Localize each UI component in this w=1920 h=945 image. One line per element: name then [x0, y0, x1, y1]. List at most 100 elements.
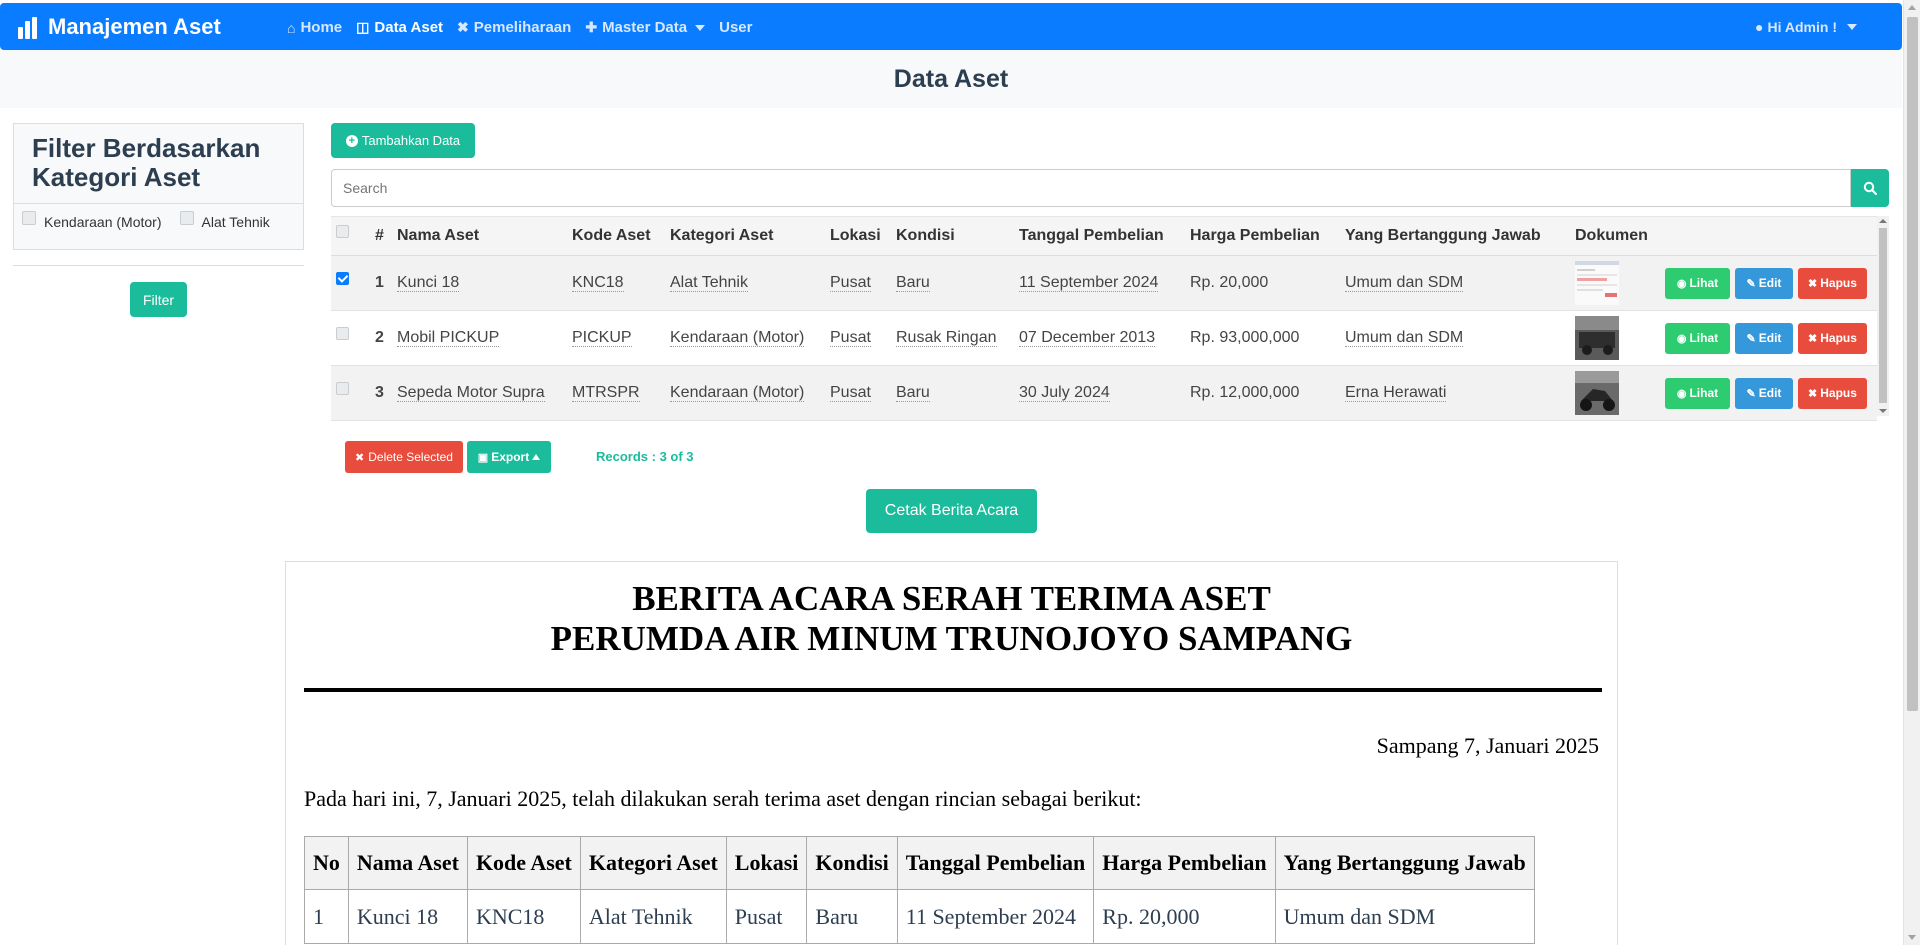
checkbox[interactable]	[179, 211, 194, 225]
search-input[interactable]	[331, 169, 1851, 207]
cell-nama[interactable]: Sepeda Motor Supra	[393, 365, 568, 421]
column-header[interactable]: Tanggal Pembelian	[1015, 216, 1186, 256]
row-checkbox[interactable]	[336, 327, 349, 341]
delete-selected-button[interactable]: ✖ Delete Selected	[345, 441, 463, 473]
cell-value[interactable]: 07 December 2013	[1019, 329, 1156, 347]
brand[interactable]: Manajemen Aset	[18, 14, 221, 40]
cell-tanggal[interactable]: 07 December 2013	[1015, 310, 1186, 366]
page-scrollbar[interactable]	[1903, 0, 1920, 945]
export-label: Export	[491, 450, 530, 464]
cell-value[interactable]: Sepeda Motor Supra	[397, 384, 545, 402]
cell-pj[interactable]: Umum dan SDM	[1341, 255, 1571, 311]
cell-value[interactable]: Baru	[896, 274, 930, 292]
cell-value[interactable]: Kendaraan (Motor)	[670, 329, 805, 347]
nav-data-aset[interactable]: ◫ Data Aset	[356, 19, 443, 36]
search-button[interactable]	[1851, 169, 1889, 207]
cell-pj[interactable]: Umum dan SDM	[1341, 310, 1571, 366]
cell-value[interactable]: Erna Herawati	[1345, 384, 1447, 402]
column-header[interactable]: Lokasi	[826, 216, 892, 256]
cell-value[interactable]: Umum dan SDM	[1345, 274, 1464, 292]
nav-user[interactable]: User	[719, 19, 752, 36]
checkbox[interactable]	[22, 211, 36, 225]
cell-kondisi[interactable]: Baru	[892, 365, 1015, 421]
cell-kategori[interactable]: Kendaraan (Motor)	[666, 365, 826, 421]
page: Manajemen Aset ⌂ Home ◫ Data Aset ✖ Peme…	[0, 0, 1920, 945]
cell-value[interactable]: Alat Tehnik	[670, 274, 748, 292]
column-header[interactable]: #	[375, 216, 393, 256]
cell-pj[interactable]: Erna Herawati	[1341, 365, 1571, 421]
column-header[interactable]: Nama Aset	[393, 216, 568, 256]
home-icon: ⌂	[287, 19, 296, 36]
scroll-down-icon[interactable]	[1908, 935, 1916, 940]
cell-kode[interactable]: KNC18	[568, 255, 666, 311]
filter-button[interactable]: Filter	[130, 282, 187, 317]
export-button[interactable]: ▣ Export	[467, 441, 551, 473]
cell-nama[interactable]: Kunci 18	[393, 255, 568, 311]
cell-kondisi[interactable]: Baru	[892, 255, 1015, 311]
scrollbar-thumb[interactable]	[1907, 17, 1918, 711]
cell-value[interactable]: KNC18	[572, 274, 624, 292]
cell-lokasi[interactable]: Pusat	[826, 255, 892, 311]
cell-value[interactable]: Kunci 18	[397, 274, 460, 292]
scroll-up-icon[interactable]	[1879, 219, 1887, 223]
cell-value[interactable]: Pusat	[830, 329, 871, 347]
column-header[interactable]: Harga Pembelian	[1186, 216, 1341, 256]
nav-master-data[interactable]: ✚ Master Data	[585, 19, 706, 36]
cell-kategori[interactable]: Alat Tehnik	[666, 255, 826, 311]
delete-button[interactable]: ✖ Hapus	[1798, 377, 1867, 409]
cell-value[interactable]: MTRSPR	[572, 384, 640, 402]
cell-kondisi[interactable]: Rusak Ringan	[892, 310, 1015, 366]
eye-icon: ◉	[1676, 332, 1687, 345]
delete-button[interactable]: ✖ Hapus	[1798, 322, 1867, 354]
cell-value[interactable]: Baru	[896, 384, 930, 402]
filter-option-alat-tehnik[interactable]: Alat Tehnik	[179, 211, 270, 230]
cell-lokasi[interactable]: Pusat	[826, 310, 892, 366]
cell-value[interactable]: Umum dan SDM	[1345, 329, 1464, 347]
nav-master-data-label: Master Data	[602, 19, 688, 36]
document-thumbnail[interactable]	[1575, 316, 1619, 360]
document-thumbnail[interactable]	[1575, 261, 1619, 305]
cell-value[interactable]: Kendaraan (Motor)	[670, 384, 805, 402]
edit-button[interactable]: ✎ Edit	[1735, 267, 1793, 299]
cell-value[interactable]: 11 September 2024	[1019, 274, 1159, 292]
column-header[interactable]: Dokumen	[1571, 216, 1661, 256]
cell-value[interactable]: Rusak Ringan	[896, 329, 997, 347]
cell-value[interactable]: Mobil PICKUP	[397, 329, 500, 347]
scroll-up-icon[interactable]	[1908, 5, 1916, 10]
table-scrollbar[interactable]	[1877, 216, 1889, 416]
delete-button[interactable]: ✖ Hapus	[1798, 267, 1867, 299]
edit-button[interactable]: ✎ Edit	[1735, 377, 1793, 409]
view-button[interactable]: ◉ Lihat	[1665, 322, 1730, 354]
cell-kode[interactable]: PICKUP	[568, 310, 666, 366]
cell-value[interactable]: Pusat	[830, 274, 871, 292]
cell-value[interactable]: 30 July 2024	[1019, 384, 1110, 402]
select-all-checkbox[interactable]	[336, 225, 349, 239]
scroll-down-icon[interactable]	[1879, 409, 1887, 413]
cell-kategori[interactable]: Kendaraan (Motor)	[666, 310, 826, 366]
filter-option-kendaraan[interactable]: Kendaraan (Motor)	[22, 211, 162, 230]
cell-nama[interactable]: Mobil PICKUP	[393, 310, 568, 366]
view-button[interactable]: ◉ Lihat	[1665, 267, 1730, 299]
cell-kode[interactable]: MTRSPR	[568, 365, 666, 421]
print-report-button[interactable]: Cetak Berita Acara	[866, 489, 1037, 533]
cell-lokasi[interactable]: Pusat	[826, 365, 892, 421]
document-thumbnail[interactable]	[1575, 371, 1619, 415]
view-button[interactable]: ◉ Lihat	[1665, 377, 1730, 409]
nav-pemeliharaan[interactable]: ✖ Pemeliharaan	[457, 19, 571, 36]
add-data-button[interactable]: + Tambahkan Data	[331, 123, 475, 158]
cell-tanggal[interactable]: 30 July 2024	[1015, 365, 1186, 421]
table-scrollbar-thumb[interactable]	[1879, 228, 1887, 403]
column-header[interactable]: Kode Aset	[568, 216, 666, 256]
cell-value[interactable]: PICKUP	[572, 329, 632, 347]
nav-home[interactable]: ⌂ Home	[287, 19, 342, 36]
column-header[interactable]: Kondisi	[892, 216, 1015, 256]
cell-value[interactable]: Pusat	[830, 384, 871, 402]
column-header[interactable]: Yang Bertanggung Jawab	[1341, 216, 1571, 256]
column-header[interactable]: Kategori Aset	[666, 216, 826, 256]
row-checkbox[interactable]	[336, 272, 349, 286]
user-menu[interactable]: ● Hi Admin !	[1755, 19, 1857, 35]
row-checkbox[interactable]	[336, 382, 349, 396]
report-cell: 1	[304, 889, 349, 944]
edit-button[interactable]: ✎ Edit	[1735, 322, 1793, 354]
cell-tanggal[interactable]: 11 September 2024	[1015, 255, 1186, 311]
